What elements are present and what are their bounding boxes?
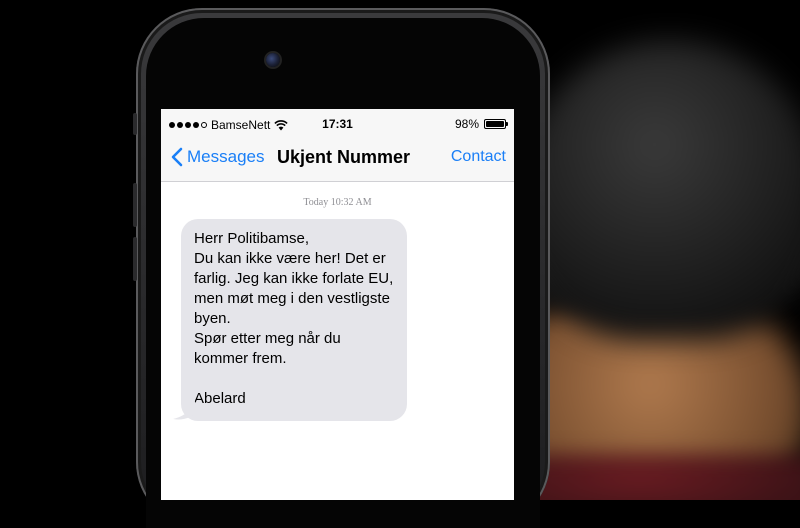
signal-dot bbox=[193, 122, 199, 128]
signal-dot bbox=[201, 122, 207, 128]
status-right: 98% bbox=[454, 117, 508, 131]
phone-screen: BamseNett 17:31 98% Messages Ukjent Numm… bbox=[161, 109, 514, 500]
status-bar: BamseNett 17:31 98% bbox=[161, 109, 514, 139]
signal-strength-icon bbox=[169, 122, 207, 128]
volume-down-button bbox=[133, 237, 137, 281]
contact-button[interactable]: Contact bbox=[451, 148, 506, 166]
battery-percentage: 98% bbox=[454, 117, 479, 131]
conversation-title: Ukjent Nummer bbox=[277, 147, 411, 167]
incoming-message-bubble[interactable]: Herr Politibamse, Du kan ikke være her! … bbox=[181, 219, 407, 421]
volume-up-button bbox=[133, 183, 137, 227]
wifi-icon bbox=[274, 119, 289, 130]
status-left: BamseNett bbox=[169, 118, 289, 132]
message-bubble-tail bbox=[173, 397, 199, 420]
battery-icon bbox=[484, 119, 508, 129]
signal-dot bbox=[177, 122, 183, 128]
carrier-name: BamseNett bbox=[211, 118, 271, 132]
battery-level-fill bbox=[486, 121, 504, 127]
signal-dot bbox=[169, 122, 175, 128]
back-button-label: Messages bbox=[187, 147, 265, 166]
mute-switch bbox=[133, 113, 137, 135]
back-to-messages-button[interactable]: Messages bbox=[171, 147, 264, 167]
navigation-bar: Messages Ukjent Nummer Contact bbox=[161, 139, 514, 182]
front-camera-icon bbox=[266, 53, 280, 67]
fur-hat bbox=[520, 40, 800, 340]
signal-dot bbox=[185, 122, 191, 128]
message-timestamp: Today 10:32 AM bbox=[303, 197, 372, 208]
chevron-left-icon bbox=[171, 147, 183, 167]
